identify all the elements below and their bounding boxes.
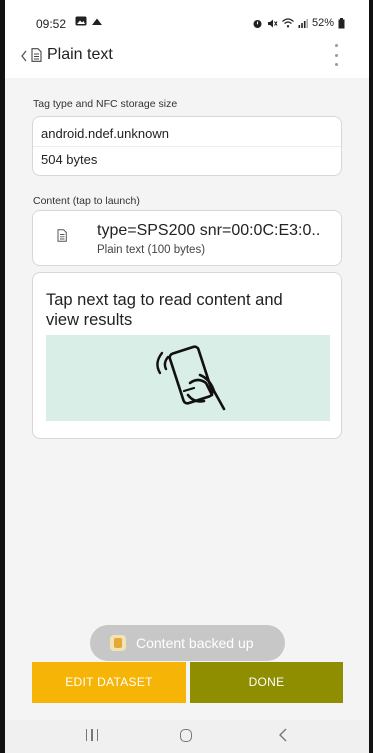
back-icon[interactable] <box>277 727 289 743</box>
home-icon[interactable] <box>180 729 192 742</box>
status-time: 09:52 <box>36 17 67 31</box>
tap-prompt-card: Tap next tag to read content and view re… <box>32 272 342 439</box>
content-record-card[interactable]: type=SPS200 snr=00:0C:E3:0.. Plain text … <box>32 210 342 266</box>
tag-size-value: 504 bytes <box>41 152 98 167</box>
more-vert-icon[interactable] <box>333 44 339 66</box>
tag-type-value: android.ndef.unknown <box>41 126 169 141</box>
tag-section-label: Tag type and NFC storage size <box>33 98 178 110</box>
app-screen: 09:52 52% Plain text Tag type and NFC st… <box>5 0 369 753</box>
content-record-meta: Plain text (100 bytes) <box>97 244 206 256</box>
document-icon <box>31 48 42 62</box>
content-section-label: Content (tap to launch) <box>33 195 140 207</box>
tap-prompt-text: Tap next tag to read content and view re… <box>46 291 283 329</box>
toast-text: Content backed up <box>136 635 254 651</box>
battery-percentage: 52% <box>311 17 334 29</box>
status-bar: 09:52 52% <box>5 0 369 34</box>
back-chevron-icon[interactable] <box>19 49 29 63</box>
status-right-icons: 52% <box>252 17 345 29</box>
frame-edge-right <box>369 0 373 753</box>
document-icon <box>57 229 67 242</box>
tag-info-card: android.ndef.unknown 504 bytes <box>32 116 342 176</box>
recent-apps-icon[interactable] <box>86 729 98 741</box>
page-title: Plain text <box>47 46 113 63</box>
gallery-icon <box>75 16 87 26</box>
backup-icon <box>110 635 126 651</box>
signal-icon <box>298 19 308 28</box>
wifi-icon <box>282 18 294 28</box>
card-divider <box>33 146 341 147</box>
tap-phone-nfc-icon <box>156 345 226 411</box>
backup-toast: Content backed up <box>90 625 285 661</box>
mute-icon <box>267 19 278 27</box>
tap-illustration <box>46 335 330 421</box>
content-record-text: type=SPS200 snr=00:0C:E3:0.. <box>97 222 321 239</box>
done-button[interactable]: DONE <box>190 662 343 703</box>
status-left-icons <box>75 16 103 29</box>
cloud-icon <box>92 18 103 25</box>
battery-icon <box>338 17 345 28</box>
phone-frame: 09:52 52% Plain text Tag type and NFC st… <box>0 0 373 753</box>
system-nav-bar <box>5 720 369 753</box>
edit-dataset-button[interactable]: EDIT DATASET <box>32 662 186 703</box>
app-header: Plain text <box>5 34 369 78</box>
alarm-icon <box>253 19 262 28</box>
